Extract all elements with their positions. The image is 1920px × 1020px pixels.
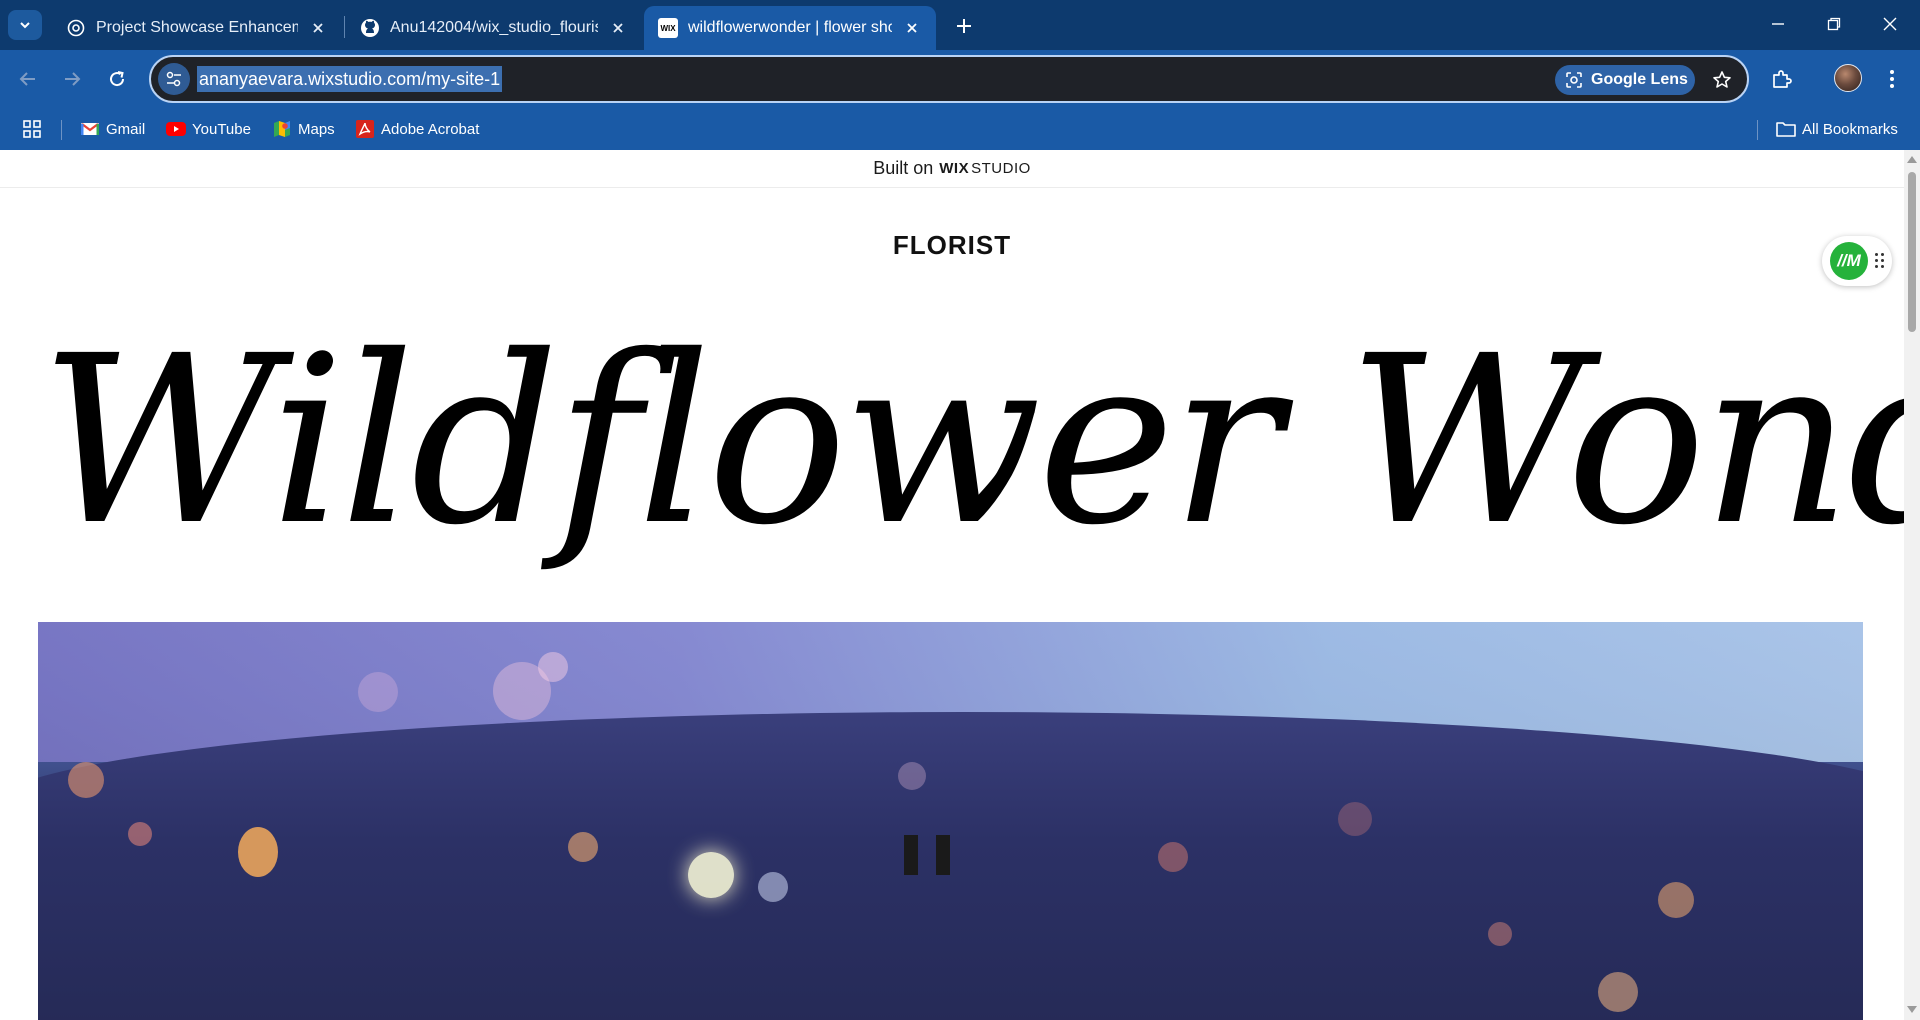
google-lens-label: Google Lens (1591, 71, 1688, 88)
bookmarks-bar: Gmail YouTube Maps Adobe Acrobat All Boo… (0, 108, 1920, 150)
bookmark-maps[interactable]: Maps (272, 116, 335, 142)
address-bar[interactable]: ananyaevara.wixstudio.com/my-site-1 Goog… (149, 55, 1749, 103)
bokeh-light (1658, 882, 1694, 918)
close-icon (1883, 17, 1897, 31)
bookmarks-divider (1757, 120, 1758, 140)
profile-avatar[interactable] (1834, 64, 1862, 92)
hero-hills (38, 712, 1863, 1020)
tab-wildflowerwonder[interactable]: WIX wildflowerwonder | flower shop (644, 6, 936, 50)
plus-icon (957, 19, 971, 33)
arrow-right-icon (65, 72, 81, 86)
openai-icon (66, 18, 86, 38)
tab-separator (344, 16, 345, 38)
scroll-down-arrow-icon[interactable] (1907, 1006, 1917, 1013)
tune-icon (166, 71, 181, 87)
forward-button[interactable] (55, 62, 89, 96)
browser-menu-button[interactable] (1875, 62, 1909, 96)
page-scrollbar[interactable] (1904, 150, 1920, 1020)
back-button[interactable] (11, 62, 45, 96)
widget-logo[interactable]: //M (1830, 242, 1868, 280)
close-icon[interactable] (308, 18, 328, 38)
bokeh-light (128, 822, 152, 846)
bokeh-light (1338, 802, 1372, 836)
bokeh-light (238, 827, 278, 877)
lens-icon (1566, 72, 1582, 88)
hero-image (38, 622, 1863, 1020)
all-bookmarks-label: All Bookmarks (1802, 120, 1898, 138)
tab-label: Anu142004/wix_studio_flourist (390, 19, 598, 36)
close-window-button[interactable] (1870, 8, 1910, 40)
close-icon[interactable] (902, 18, 922, 38)
restore-icon (1827, 17, 1841, 31)
tab-project-showcase[interactable]: Project Showcase Enhancement (52, 6, 342, 50)
pause-icon[interactable] (904, 835, 950, 875)
bookmark-label: Gmail (106, 120, 146, 138)
bokeh-light (688, 852, 734, 898)
bookmark-star-button[interactable] (1707, 65, 1737, 95)
close-icon[interactable] (608, 18, 628, 38)
tab-strip: Project Showcase Enhancement Anu142004/w… (0, 0, 1920, 50)
tab-label: wildflowerwonder | flower shop (688, 19, 892, 36)
google-lens-button[interactable]: Google Lens (1555, 65, 1695, 95)
browser-toolbar: ananyaevara.wixstudio.com/my-site-1 Goog… (0, 50, 1920, 108)
tab-github-repo[interactable]: Anu142004/wix_studio_flourist (346, 6, 642, 50)
wix-icon: WIX (658, 18, 678, 38)
more-vertical-icon (1890, 70, 1894, 88)
bookmarks-divider (61, 120, 62, 140)
bookmark-label: YouTube (192, 120, 251, 138)
tab-search-button[interactable] (8, 10, 42, 40)
chevron-down-icon (20, 22, 30, 29)
drag-handle-icon[interactable] (1875, 253, 1885, 269)
bokeh-light (758, 872, 788, 902)
bookmark-gmail[interactable]: Gmail (80, 116, 145, 142)
bokeh-light (538, 652, 568, 682)
scroll-up-arrow-icon[interactable] (1907, 156, 1917, 163)
github-icon (360, 18, 380, 38)
minimize-button[interactable] (1758, 8, 1798, 40)
extensions-button[interactable] (1765, 62, 1799, 96)
bokeh-light (1488, 922, 1512, 946)
bokeh-light (68, 762, 104, 798)
bokeh-light (568, 832, 598, 862)
arrow-left-icon (19, 72, 35, 86)
reload-button[interactable] (100, 62, 134, 96)
web-page: Built on WIX STUDIO FLORIST Wildflower W… (0, 150, 1904, 1020)
puzzle-icon (1773, 70, 1792, 88)
apps-grid-icon (23, 120, 41, 138)
all-bookmarks-button[interactable]: All Bookmarks (1776, 116, 1898, 142)
bokeh-light (898, 762, 926, 790)
star-icon (1713, 71, 1731, 88)
minimize-icon (1772, 23, 1784, 25)
site-info-button[interactable] (158, 63, 190, 95)
gmail-icon (80, 120, 100, 138)
folder-icon (1776, 120, 1796, 138)
reload-icon (110, 71, 125, 87)
floating-widget[interactable]: //M (1822, 236, 1892, 286)
bookmark-youtube[interactable]: YouTube (166, 116, 251, 142)
bookmark-label: Adobe Acrobat (381, 120, 480, 138)
studio-label: STUDIO (971, 160, 1031, 177)
maps-icon (272, 120, 292, 138)
bokeh-light (1158, 842, 1188, 872)
restore-button[interactable] (1814, 8, 1854, 40)
tab-label: Project Showcase Enhancement (96, 19, 298, 36)
site-nav-florist[interactable]: FLORIST (0, 230, 1904, 261)
acrobat-icon (355, 120, 375, 138)
bokeh-light (1598, 972, 1638, 1012)
banner-prefix: Built on (873, 158, 934, 178)
wix-logo: WIX (939, 160, 970, 177)
wix-studio-banner[interactable]: Built on WIX STUDIO (0, 150, 1904, 188)
url-text[interactable]: ananyaevara.wixstudio.com/my-site-1 (197, 66, 503, 92)
new-tab-button[interactable] (950, 12, 978, 40)
scroll-thumb[interactable] (1908, 172, 1916, 332)
youtube-icon (166, 120, 186, 138)
bookmark-adobe-acrobat[interactable]: Adobe Acrobat (355, 116, 479, 142)
bookmark-label: Maps (298, 120, 335, 138)
hero-title: Wildflower Wonders (40, 306, 1904, 576)
bokeh-light (358, 672, 398, 712)
apps-button[interactable] (22, 116, 42, 142)
